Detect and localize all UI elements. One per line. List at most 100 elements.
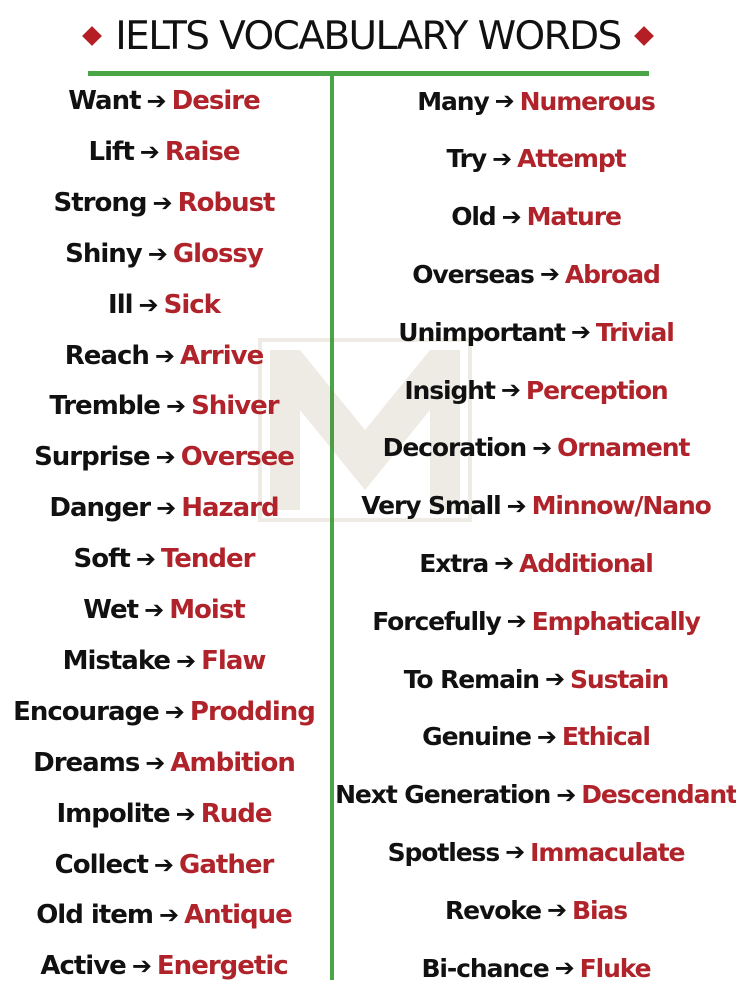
vocab-synonym: Desire (171, 86, 261, 116)
arrow-right-icon: ➔ (135, 545, 156, 574)
vocab-row: Active ➔ Energetic (0, 946, 334, 986)
vocab-synonym: Minnow/Nano (531, 491, 712, 521)
vocab-word: Dreams (33, 747, 140, 778)
vocab-row: Next Generation ➔ Descendant (335, 775, 736, 815)
vocab-word: Active (40, 951, 126, 982)
vocab-row: Genuine ➔ Ethical (366, 717, 706, 757)
arrow-right-icon: ➔ (147, 239, 168, 268)
arrow-right-icon: ➔ (158, 901, 179, 930)
vocab-synonym: Ambition (170, 747, 295, 778)
vocab-word: Strong (53, 187, 148, 218)
vocab-row: Surprise ➔ Oversee (0, 437, 334, 477)
vocab-synonym: Sustain (570, 664, 669, 694)
diamond-right-icon (633, 26, 654, 46)
arrow-right-icon: ➔ (547, 896, 567, 925)
arrow-right-icon: ➔ (156, 494, 176, 523)
vocab-row: Forcefully ➔ Emphatically (366, 601, 706, 641)
arrow-right-icon: ➔ (494, 87, 515, 115)
arrow-right-icon: ➔ (139, 137, 160, 166)
arrow-right-icon: ➔ (154, 341, 175, 370)
vocab-word: Ill (108, 289, 133, 320)
vocab-row: To Remain ➔ Sustain (366, 659, 706, 699)
vocab-word: Forcefully (372, 606, 502, 636)
arrow-right-icon: ➔ (492, 144, 512, 173)
vocab-row: Ill ➔ Sick (0, 285, 334, 325)
arrow-right-icon: ➔ (152, 188, 172, 217)
vocab-row: Strong ➔ Robust (0, 183, 334, 223)
vocab-row: Old item ➔ Antique (0, 895, 334, 935)
vocab-synonym: Rude (200, 798, 273, 829)
vocab-row: Wet ➔ Moist (0, 590, 334, 630)
arrow-right-icon: ➔ (532, 433, 552, 462)
arrow-right-icon: ➔ (556, 780, 576, 809)
horizontal-divider (88, 71, 649, 76)
vocab-synonym: Abroad (564, 259, 661, 289)
vocab-synonym: Mature (526, 202, 622, 232)
vocab-word: Unimportant (398, 317, 566, 347)
vocab-synonym: Additional (519, 548, 654, 578)
vocab-row: Shiny ➔ Glossy (0, 234, 334, 274)
vocab-word: Collect (54, 849, 149, 880)
vocab-word: Encourage (13, 696, 160, 727)
vocab-word: Mistake (62, 645, 171, 676)
vocab-word: Soft (73, 544, 131, 575)
arrow-right-icon: ➔ (165, 392, 186, 421)
vocab-synonym: Gather (179, 849, 274, 880)
vocab-word: Spotless (387, 837, 501, 867)
vocab-row: Tremble ➔ Shiver (0, 386, 334, 426)
vocab-row: Bi-chance ➔ Fluke (366, 948, 706, 988)
vocab-row: Try ➔ Attempt (366, 139, 706, 179)
arrow-right-icon: ➔ (506, 491, 527, 520)
vocab-synonym: Immaculate (530, 837, 685, 867)
vocab-word: Old (451, 202, 497, 232)
arrow-right-icon: ➔ (505, 838, 525, 867)
vocab-row: Impolite ➔ Rude (0, 794, 334, 834)
vocab-synonym: Descendant (581, 780, 736, 810)
vocab-synonym: Fluke (579, 953, 652, 983)
vocab-synonym: Ornament (557, 433, 690, 463)
vocab-word: To Remain (403, 664, 540, 694)
vocab-row: Unimportant ➔ Trivial (366, 312, 706, 352)
vocab-word: Reach (64, 340, 150, 371)
vocab-word: Next Generation (335, 780, 551, 810)
vocab-row: Decoration ➔ Ornament (366, 428, 706, 468)
arrow-right-icon: ➔ (494, 549, 514, 578)
arrow-right-icon: ➔ (570, 318, 591, 347)
vocab-word: Bi-chance (421, 953, 549, 983)
vocab-synonym: Emphatically (531, 606, 701, 636)
vocab-row: Spotless ➔ Immaculate (366, 832, 706, 872)
header: IELTS VOCABULARY WORDS (0, 6, 736, 66)
vocab-synonym: Perception (525, 375, 669, 405)
vocab-row: Revoke ➔ Bias (366, 890, 706, 930)
vocab-word: Revoke (445, 895, 542, 925)
vocab-row: Extra ➔ Additional (366, 543, 706, 583)
vocab-word: Want (68, 86, 141, 116)
arrow-right-icon: ➔ (500, 376, 521, 404)
vocab-word: Very Small (361, 491, 501, 521)
page-title: IELTS VOCABULARY WORDS (115, 13, 622, 59)
vocab-row: Danger ➔ Hazard (0, 488, 334, 528)
vocab-word: Extra (419, 548, 489, 578)
vocab-synonym: Ethical (561, 722, 651, 752)
vocab-row: Old ➔ Mature (366, 197, 706, 237)
vocab-synonym: Prodding (189, 696, 316, 727)
arrow-right-icon: ➔ (536, 722, 557, 751)
arrow-right-icon: ➔ (501, 202, 522, 231)
vocab-synonym: Numerous (519, 86, 656, 116)
vocab-word: Shiny (65, 238, 143, 269)
arrow-right-icon: ➔ (545, 665, 565, 693)
vocab-row: Want ➔ Desire (0, 81, 334, 121)
vocab-word: Wet (83, 595, 139, 625)
arrow-right-icon: ➔ (153, 850, 174, 879)
vocab-synonym: Tender (160, 544, 255, 575)
vocab-row: Dreams ➔ Ambition (0, 743, 334, 783)
arrow-right-icon: ➔ (146, 87, 167, 115)
vocab-row: Very Small ➔ Minnow/Nano (361, 486, 712, 526)
vocab-synonym: Raise (164, 136, 241, 167)
vocab-synonym: Arrive (179, 340, 264, 371)
vocab-synonym: Oversee (180, 442, 295, 473)
vocab-row: Many ➔ Numerous (366, 81, 706, 121)
vocab-word: Tremble (49, 391, 161, 422)
vocab-synonym: Robust (177, 187, 276, 218)
arrow-right-icon: ➔ (164, 697, 185, 726)
